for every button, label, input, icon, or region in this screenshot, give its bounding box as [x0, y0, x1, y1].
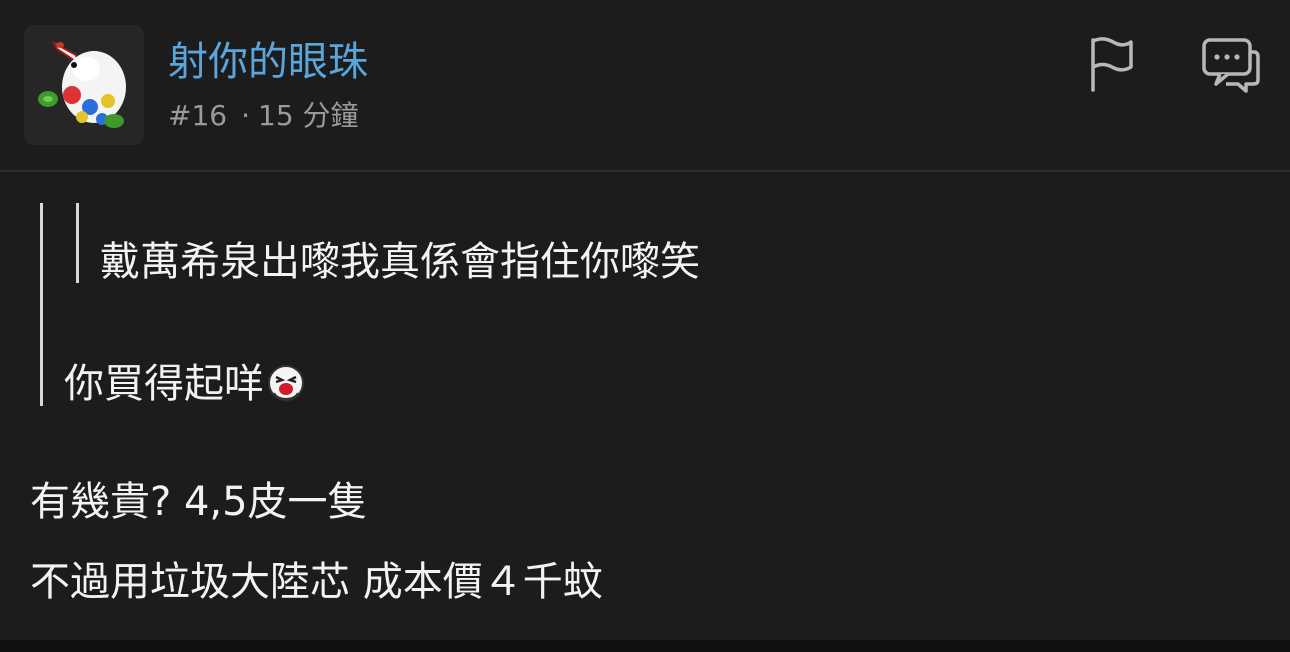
post-card: 射你的眼珠 #16 · 15 分鐘 戴萬希泉出嚟我真係會指住你嚟笑 你買得起咩 … — [0, 0, 1290, 640]
post-time: 15 分鐘 — [258, 99, 359, 132]
post-separator-strip — [0, 640, 1290, 652]
meta-separator: · — [241, 99, 250, 132]
kiwi-bird-avatar-icon — [38, 40, 126, 128]
body-line-1: 有幾貴? 4,5皮一隻 — [30, 479, 368, 525]
quote-bar-outer — [40, 203, 43, 406]
post-header: 射你的眼珠 #16 · 15 分鐘 — [0, 0, 1290, 170]
nested-quote-text: 戴萬希泉出嚟我真係會指住你嚟笑 — [100, 239, 700, 285]
body-line-2: 不過用垃圾大陸芯 成本價４千蚊 — [30, 559, 603, 605]
quote-text-line: 你買得起咩 — [64, 356, 306, 412]
quote-text: 你買得起咩 — [64, 361, 264, 407]
post-meta: #16 · 15 分鐘 — [168, 98, 359, 134]
reply-button[interactable] — [1200, 36, 1262, 94]
username[interactable]: 射你的眼珠 — [168, 36, 368, 88]
quote-bar-nested — [76, 203, 79, 283]
post-number: #16 — [168, 99, 228, 132]
flag-icon — [1091, 37, 1133, 92]
laughing-face-emoji-icon — [268, 365, 304, 401]
header-divider — [0, 170, 1290, 172]
comment-bubble-icon — [1202, 38, 1260, 93]
report-button[interactable] — [1084, 34, 1138, 92]
avatar[interactable] — [24, 25, 144, 145]
